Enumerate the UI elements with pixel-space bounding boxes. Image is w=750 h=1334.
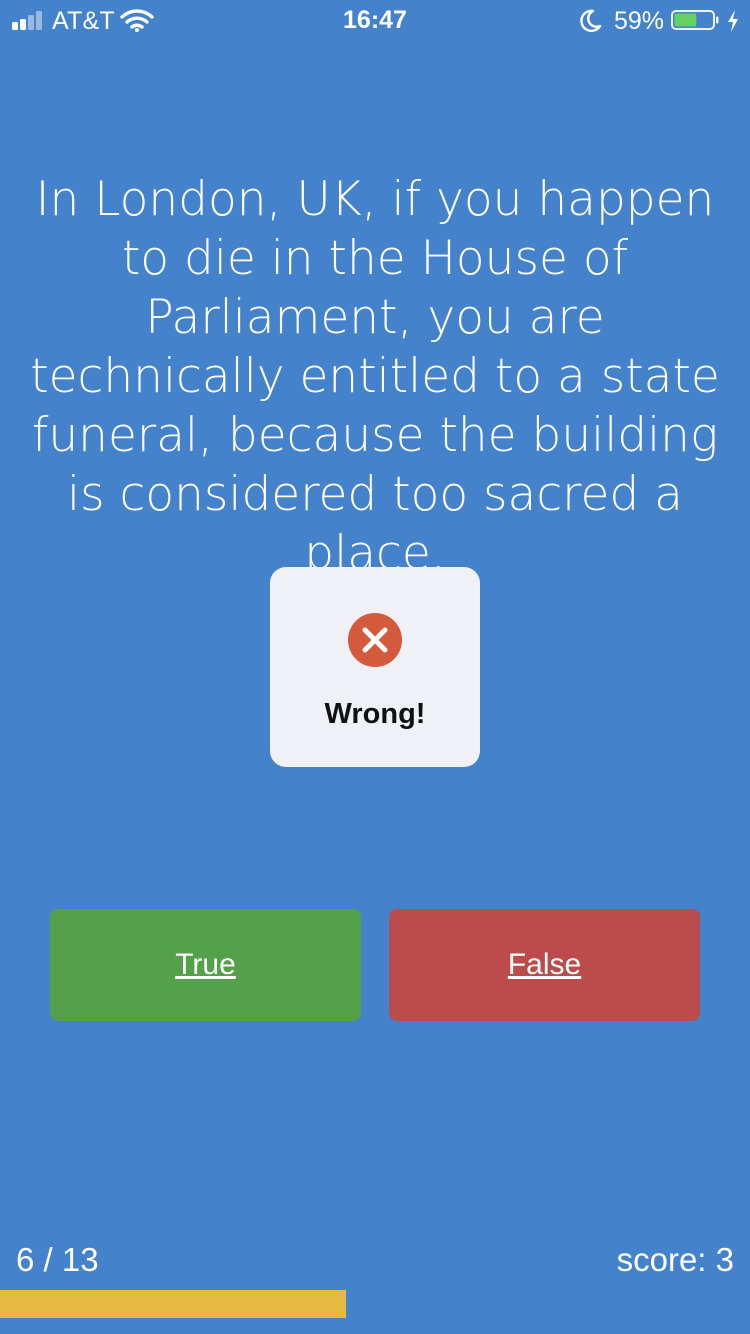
progress-bar-fill [0, 1290, 347, 1318]
question-counter: 6 / 13 [16, 1241, 99, 1278]
progress-bar [0, 1290, 750, 1318]
feedback-message: Wrong! [324, 698, 426, 730]
question-text: In London, UK, if you happen to die in t… [30, 172, 720, 581]
answer-feedback-card: Wrong! [270, 567, 480, 767]
do-not-disturb-moon-icon [580, 9, 602, 32]
battery-icon [671, 10, 719, 30]
battery-percentage: 59% [614, 7, 665, 35]
status-bar: AT&T 16:47 59% [0, 0, 750, 40]
false-button[interactable]: False [389, 909, 700, 1021]
true-button[interactable]: True [50, 909, 361, 1021]
charging-bolt-icon [728, 10, 738, 32]
score-label: score: 3 [616, 1241, 734, 1278]
x-circle-icon [348, 613, 402, 667]
